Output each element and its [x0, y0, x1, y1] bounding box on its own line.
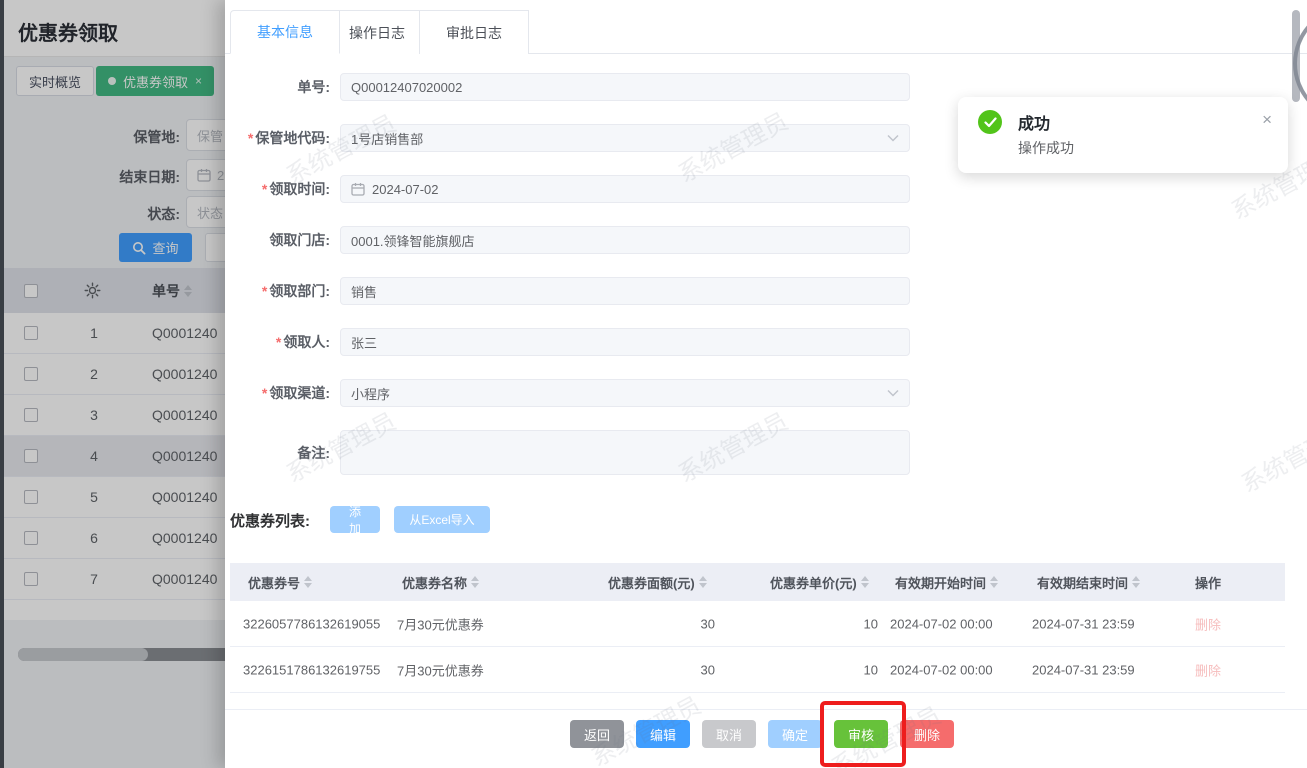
delete-link[interactable]: 删除	[1195, 614, 1221, 633]
field-value: 1号店销售部	[351, 131, 424, 147]
field-value: 张三	[351, 335, 378, 351]
button-label: 返回	[583, 727, 610, 743]
coupon-list-title: 优惠券列表:	[230, 513, 310, 530]
coupon-no: 3226057786132619055	[243, 616, 381, 631]
import-excel-button[interactable]: 从Excel导入	[394, 506, 490, 533]
field-label-collector: 领取人:	[276, 332, 330, 352]
valid-end: 2024-07-31 23:59	[1032, 662, 1135, 677]
field-label-collect-time: 领取时间:	[262, 179, 330, 199]
delete-button[interactable]: 删除	[900, 720, 954, 748]
back-button[interactable]: 返回	[570, 720, 624, 748]
column-label: 操作	[1195, 575, 1222, 591]
coupon-unit-price: 10	[863, 662, 878, 677]
calendar-icon	[351, 183, 365, 196]
coupon-table-header: 优惠券号 优惠券名称 优惠券面额(元) 优惠券单价(元) 有效期开始时间 有效期…	[230, 563, 1285, 601]
coupon-name: 7月30元优惠券	[397, 663, 484, 678]
col-coupon-name[interactable]: 优惠券名称	[402, 563, 480, 601]
col-valid-end[interactable]: 有效期结束时间	[1037, 563, 1141, 601]
button-label: 删除	[913, 727, 940, 743]
delete-link[interactable]: 删除	[1195, 660, 1221, 679]
toast-message: 操作成功	[1018, 140, 1074, 156]
sort-caret-icon[interactable]	[1132, 576, 1141, 588]
success-toast: 成功 操作成功 ×	[958, 97, 1288, 173]
tab-basic-info[interactable]: 基本信息	[230, 10, 340, 54]
button-label: 添加	[348, 504, 361, 536]
column-label: 有效期结束时间	[1037, 575, 1129, 591]
valid-start: 2024-07-02 00:00	[890, 662, 993, 677]
column-label: 优惠券面额(元)	[608, 575, 695, 591]
column-label: 有效期开始时间	[895, 575, 987, 591]
chevron-down-icon	[887, 389, 899, 397]
add-button[interactable]: 添加	[330, 505, 380, 536]
button-label: 确定	[781, 727, 808, 743]
success-check-icon	[978, 110, 1002, 134]
chevron-down-icon	[887, 134, 899, 142]
button-label: 从Excel导入	[409, 513, 475, 527]
edit-button[interactable]: 编辑	[636, 720, 690, 748]
col-coupon-price[interactable]: 优惠券单价(元)	[770, 563, 869, 601]
collect-channel-select[interactable]: 小程序	[340, 379, 910, 407]
sort-caret-icon[interactable]	[990, 576, 999, 588]
button-label: 取消	[715, 727, 742, 743]
coupon-no: 3226151786132619755	[243, 662, 381, 677]
red-annotation-box	[820, 701, 906, 767]
field-value: 2024-07-02	[372, 181, 439, 197]
remarks-textarea[interactable]	[340, 430, 910, 475]
collect-dept-input[interactable]: 销售	[340, 277, 910, 305]
col-coupon-face[interactable]: 优惠券面额(元)	[608, 563, 707, 601]
drawer-tabs: 基本信息 操作日志 审批日志	[225, 10, 1307, 54]
field-label-collect-dept: 领取部门:	[262, 281, 330, 301]
toast-title: 成功	[1018, 116, 1051, 133]
app-root: 优惠券领取 实时概览 优惠券领取 × 保管地: 保管 结束日期: 2 状态: 状…	[0, 0, 1307, 768]
tab-approval-log[interactable]: 审批日志	[419, 10, 529, 54]
col-actions: 操作	[1195, 563, 1221, 601]
collector-input[interactable]: 张三	[340, 328, 910, 356]
valid-start: 2024-07-02 00:00	[890, 616, 993, 631]
col-coupon-no[interactable]: 优惠券号	[248, 563, 313, 601]
field-label-order-no: 单号:	[297, 79, 330, 95]
tab-label: 审批日志	[446, 24, 502, 41]
close-icon[interactable]: ×	[1262, 111, 1272, 128]
sort-caret-icon[interactable]	[304, 576, 313, 588]
coupon-face-value: 30	[700, 616, 715, 631]
order-no-input[interactable]: Q00012407020002	[340, 73, 910, 101]
col-valid-start[interactable]: 有效期开始时间	[895, 563, 999, 601]
confirm-button[interactable]: 确定	[768, 720, 822, 748]
field-label-remarks: 备注:	[297, 445, 330, 461]
tab-label: 操作日志	[349, 24, 405, 41]
sort-caret-icon[interactable]	[698, 576, 707, 588]
coupon-row: 3226057786132619055 7月30元优惠券 30 10 2024-…	[230, 601, 1285, 647]
tab-label: 基本信息	[257, 24, 313, 40]
field-value: 销售	[351, 284, 378, 300]
field-label-collect-store: 领取门店:	[269, 232, 330, 248]
column-label: 优惠券名称	[402, 575, 468, 591]
drawer-footer: 返回 编辑 取消 确定 审核 删除	[225, 709, 1307, 768]
coupon-unit-price: 10	[863, 616, 878, 631]
field-label-collect-channel: 领取渠道:	[262, 383, 330, 403]
valid-end: 2024-07-31 23:59	[1032, 616, 1135, 631]
coupon-row: 3226151786132619755 7月30元优惠券 30 10 2024-…	[230, 647, 1285, 693]
coupon-face-value: 30	[700, 662, 715, 677]
coupon-name: 7月30元优惠券	[397, 617, 484, 632]
field-value: 小程序	[351, 386, 391, 402]
sort-caret-icon[interactable]	[471, 576, 480, 588]
column-label: 优惠券号	[248, 575, 301, 591]
cancel-button[interactable]: 取消	[702, 720, 756, 748]
collect-time-datepicker[interactable]: 2024-07-02	[340, 175, 910, 203]
field-value: 0001.领锋智能旗舰店	[351, 233, 475, 249]
storage-code-select[interactable]: 1号店销售部	[340, 124, 910, 152]
field-value: Q00012407020002	[351, 79, 463, 95]
button-label: 编辑	[649, 727, 676, 743]
sort-caret-icon[interactable]	[860, 576, 869, 588]
collect-store-input[interactable]: 0001.领锋智能旗舰店	[340, 226, 910, 254]
field-label-storage-code: 保管地代码:	[248, 128, 330, 148]
column-label: 优惠券单价(元)	[770, 575, 857, 591]
